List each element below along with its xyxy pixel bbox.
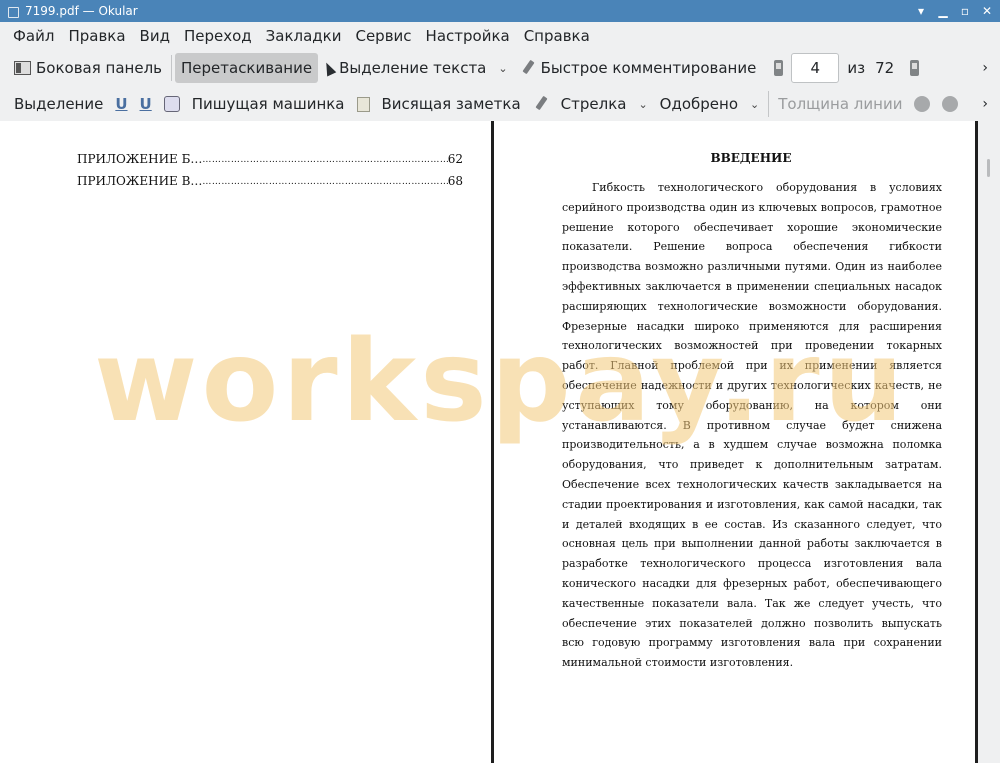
color-icon [914,96,931,112]
menu-bookmarks[interactable]: Закладки [259,27,349,45]
line-width-label: Толщина линии [778,95,903,113]
sidebar-toggle-button[interactable]: Боковая панель [8,53,168,83]
main-toolbar: Боковая панель Перетаскивание Выделение … [0,51,1000,85]
opacity-icon [942,96,959,112]
toolbar-overflow-icon[interactable]: › [982,60,988,76]
menu-tools[interactable]: Сервис [348,27,418,45]
toolbar-overflow-icon[interactable]: › [982,96,988,112]
note-tool-button[interactable] [351,89,376,119]
body-paragraph: Гибкость технологического оборудования в… [562,181,942,670]
popup-note-tool[interactable]: Висящая заметка [376,89,527,119]
note-icon [356,96,370,112]
stamp-select[interactable]: Одобрено ⌄ [654,89,766,119]
opacity-tool-button[interactable] [936,89,964,119]
freehand-tool-button[interactable] [527,89,555,119]
stamp-icon [163,96,180,112]
line-width-control[interactable]: Толщина линии [772,89,908,119]
squiggle-underline-icon[interactable]: U [134,89,158,119]
chevron-down-icon[interactable]: ⌄ [498,62,507,75]
minimize-window-icon[interactable]: ▾ [912,2,930,20]
arrow-tool[interactable]: Стрелка ⌄ [555,89,654,119]
sidebar-label: Боковая панель [36,59,162,77]
highlight-label: Выделение [14,95,104,113]
stamp-label: Одобрено [659,95,739,113]
text-select-label: Выделение текста [339,59,487,77]
color-tool-button[interactable] [908,89,936,119]
title-bar: 7199.pdf — Okular ▾ ▁ ▫ ✕ [0,0,1000,22]
toolbar-separator [171,55,172,81]
chevron-down-icon[interactable]: ⌄ [750,98,759,111]
pen-icon [520,60,536,76]
cursor-icon [321,59,337,77]
page-next-icon[interactable] [910,60,920,76]
menu-view[interactable]: Вид [133,27,177,45]
toc-label: ПРИЛОЖЕНИЕ В… [77,174,203,188]
page-prev-icon[interactable] [774,60,784,76]
current-page: 4 [810,59,821,77]
annotation-toolbar: Выделение U U Пишущая машинка Висящая за… [0,87,1000,121]
underline-icon[interactable]: U [109,89,133,119]
quick-annotations-button[interactable]: Быстрое комментирование [514,53,763,83]
pdf-page-left: ПРИЛОЖЕНИЕ Б… ……………………………………………………………………… [7,121,491,763]
arrow-label: Стрелка [560,95,627,113]
highlight-tool[interactable]: Выделение [8,89,109,119]
toc-entry[interactable]: ПРИЛОЖЕНИЕ В… ……………………………………………………………………… [77,174,463,188]
popup-note-label: Висящая заметка [381,95,521,113]
browse-tool-button[interactable]: Перетаскивание [175,53,319,83]
section-heading: ВВЕДЕНИЕ [710,151,792,165]
vertical-scrollbar[interactable] [978,121,1000,763]
stamp-tool-button[interactable] [158,89,186,119]
toc-page: 62 [447,152,463,166]
toc-label: ПРИЛОЖЕНИЕ Б… [77,152,203,166]
page-number-input[interactable]: 4 [791,53,840,83]
menu-settings[interactable]: Настройка [419,27,517,45]
menu-file[interactable]: Файл [6,27,61,45]
toc-page: 68 [447,174,463,188]
toolbar-separator [768,91,770,117]
toc-leader: ……………………………………………………………………………………………… [202,177,447,187]
freehand-pen-icon [533,96,549,112]
text-select-button[interactable]: Выделение текста ⌄ [318,53,514,83]
browse-label: Перетаскивание [181,59,313,77]
page-of-label: из [847,59,866,77]
typewriter-tool[interactable]: Пишущая машинка [186,89,351,119]
quick-annot-label: Быстрое комментирование [540,59,757,77]
maximize-button-icon[interactable]: ▫ [956,2,974,20]
window-title: 7199.pdf — Okular [25,4,138,18]
scrollbar-thumb[interactable] [987,159,990,177]
menu-edit[interactable]: Правка [61,27,132,45]
document-viewer[interactable]: ПРИЛОЖЕНИЕ Б… ……………………………………………………………………… [0,121,1000,763]
close-window-icon[interactable]: ✕ [978,2,996,20]
toc-leader: ……………………………………………………………………………………………… [202,155,447,165]
okular-app-icon [6,4,20,18]
typewriter-label: Пишущая машинка [191,95,345,113]
sidebar-icon [14,61,31,75]
pdf-page-right: ВВЕДЕНИЕ Гибкость технологического обору… [494,121,975,763]
chevron-down-icon[interactable]: ⌄ [638,98,647,111]
menu-go[interactable]: Переход [177,27,259,45]
toc-entry[interactable]: ПРИЛОЖЕНИЕ Б… ……………………………………………………………………… [77,152,463,166]
menu-bar: Файл Правка Вид Переход Закладки Сервис … [0,22,1000,50]
page-total: 72 [875,59,895,77]
menu-help[interactable]: Справка [517,27,597,45]
minimize-button-icon[interactable]: ▁ [934,2,952,20]
